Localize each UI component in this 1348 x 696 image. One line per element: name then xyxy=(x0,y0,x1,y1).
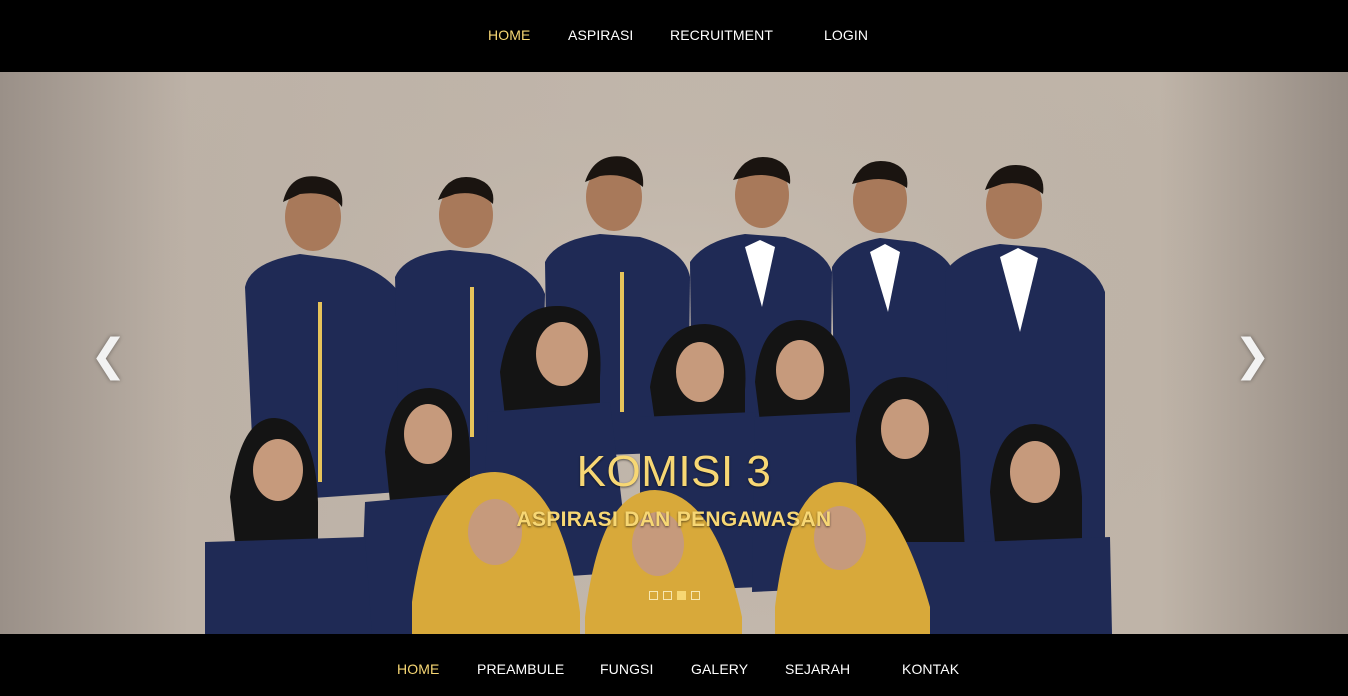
bottom-navigation: HOME PREAMBULE FUNGSI GALERY SEJARAH KON… xyxy=(0,634,1348,696)
bottom-nav-sejarah-link[interactable]: SEJARAH xyxy=(785,661,850,677)
bottom-nav-home-link[interactable]: HOME xyxy=(397,661,439,677)
top-nav-recruitment-link[interactable]: RECRUITMENT xyxy=(670,27,773,43)
group-photo xyxy=(150,72,1200,634)
slider-prev-icon[interactable]: ❮ xyxy=(90,334,127,378)
top-nav-home-link[interactable]: HOME xyxy=(488,27,530,43)
bottom-nav-galery-link[interactable]: GALERY xyxy=(691,661,748,677)
slider-next-icon[interactable]: ❯ xyxy=(1234,334,1271,378)
slide-title: KOMISI 3 xyxy=(576,447,772,496)
slide-indicator-3[interactable] xyxy=(677,591,686,600)
top-nav-aspirasi-link[interactable]: ASPIRASI xyxy=(568,27,633,43)
bottom-nav-preambule-link[interactable]: PREAMBULE xyxy=(477,661,564,677)
slide-indicator-2[interactable] xyxy=(663,591,672,600)
slide-subtitle: ASPIRASI DAN PENGAWASAN xyxy=(516,508,832,531)
hero-slider: ❮ ❯ KOMISI 3 ASPIRASI DAN PENGAWASAN xyxy=(0,72,1348,634)
bottom-nav-kontak-link[interactable]: KONTAK xyxy=(902,661,959,677)
top-navigation: HOME ASPIRASI RECRUITMENT LOGIN xyxy=(0,0,1348,72)
bottom-nav-fungsi-link[interactable]: FUNGSI xyxy=(600,661,654,677)
top-nav-login-link[interactable]: LOGIN xyxy=(824,27,868,43)
slide-indicator-4[interactable] xyxy=(691,591,700,600)
slide-indicator-1[interactable] xyxy=(649,591,658,600)
